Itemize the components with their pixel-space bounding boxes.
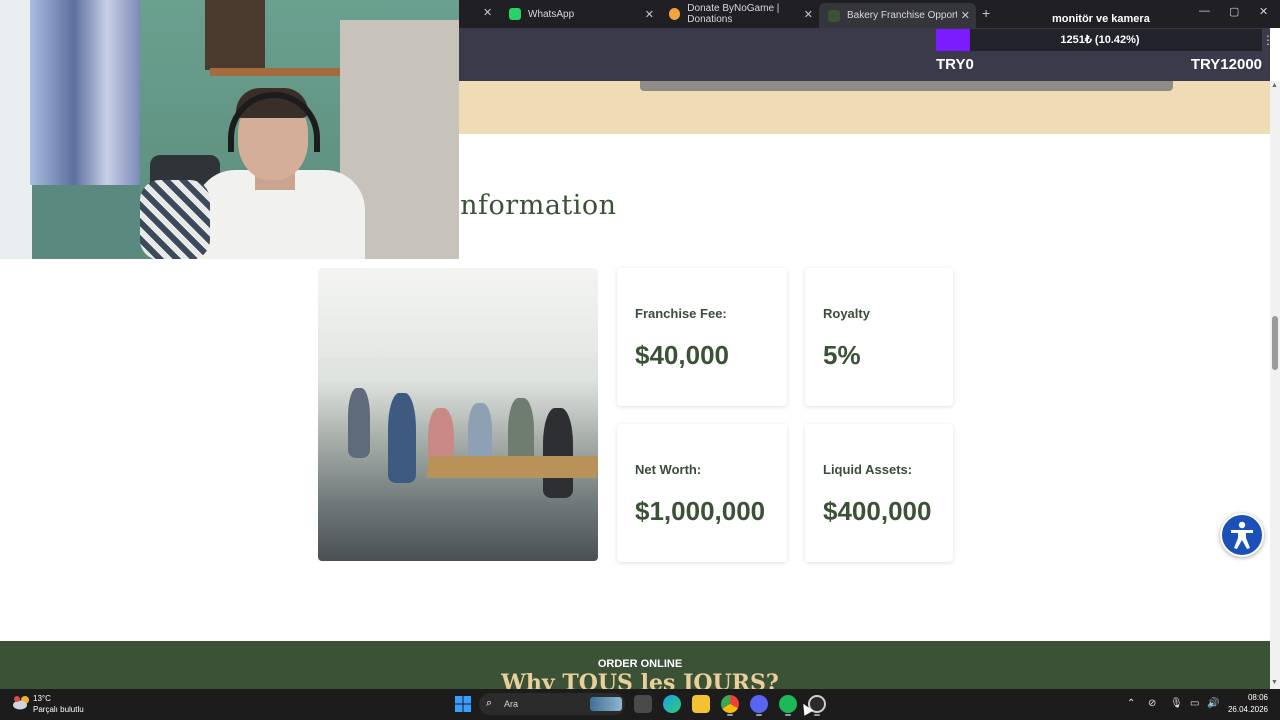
card-value: $400,000 xyxy=(823,496,932,526)
card-value: 5% xyxy=(823,340,861,370)
tab-label: Bakery Franchise Opportunities xyxy=(847,10,957,21)
spotify-icon[interactable] xyxy=(779,695,797,713)
search-placeholder[interactable]: Ara xyxy=(504,699,518,709)
spotify-running-indicator xyxy=(785,714,791,716)
network-off-icon[interactable]: ⊘ xyxy=(1148,698,1156,709)
tab-donate[interactable]: Donate ByNoGame | Donations ✕ xyxy=(660,3,819,25)
donation-progress-text: 1251₺ (10.42%) xyxy=(1060,34,1140,46)
display-icon[interactable]: ▭ xyxy=(1190,698,1199,709)
card-label: Liquid Assets: xyxy=(823,462,913,477)
chrome-icon[interactable] xyxy=(721,695,739,713)
weather-temperature[interactable]: 13°C xyxy=(33,694,51,703)
page-scrollbar[interactable] xyxy=(1270,81,1280,689)
chrome-running-indicator xyxy=(727,714,733,716)
obs-running-indicator xyxy=(814,714,820,716)
card-royalty: Royalty 5% xyxy=(805,268,953,406)
browser-menu-icon[interactable]: ⋮ xyxy=(1262,33,1274,47)
cafe-ceiling xyxy=(318,268,598,358)
donation-goal-title: monitör ve kamera xyxy=(1052,13,1150,25)
file-explorer-icon[interactable] xyxy=(692,695,710,713)
card-label: Franchise Fee: xyxy=(635,306,727,321)
maximize-button[interactable]: ▢ xyxy=(1229,5,1239,18)
card-value: $1,000,000 xyxy=(635,496,766,526)
hero-image xyxy=(640,81,1173,91)
card-net-worth: Net Worth: $1,000,000 xyxy=(617,424,787,562)
card-value: $40,000 xyxy=(635,340,729,370)
section-title: Information xyxy=(449,190,617,221)
order-online-label[interactable]: ORDER ONLINE xyxy=(0,658,1280,670)
new-tab-button[interactable]: + xyxy=(982,5,990,21)
tab-bakery[interactable]: Bakery Franchise Opportunities ✕ xyxy=(819,3,976,28)
volume-icon[interactable]: 🔊 xyxy=(1207,698,1219,709)
microphone-icon[interactable]: 🎙 xyxy=(1170,698,1183,709)
tab-close-icon[interactable]: ✕ xyxy=(961,9,970,22)
webcam-streamer-arm xyxy=(140,180,210,259)
taskbar-date[interactable]: 26.04.2026 xyxy=(1226,705,1268,714)
cafe-person xyxy=(388,393,416,483)
accessibility-icon xyxy=(1231,521,1253,549)
weather-condition[interactable]: Parçalı bulutlu xyxy=(33,705,84,714)
webcam-shelf xyxy=(210,68,340,76)
cafe-person xyxy=(348,388,370,458)
tab-label: Donate ByNoGame | Donations xyxy=(687,3,780,25)
card-liquid-assets: Liquid Assets: $400,000 xyxy=(805,424,953,562)
task-view-icon[interactable] xyxy=(634,695,652,713)
chevron-up-icon[interactable]: ⌃ xyxy=(1127,698,1135,709)
edge-icon[interactable] xyxy=(663,695,681,713)
search-highlight-icon xyxy=(590,697,622,711)
scroll-down-icon[interactable]: ▼ xyxy=(1271,679,1278,686)
card-label: Royalty xyxy=(823,306,870,321)
tab-whatsapp[interactable]: WhatsApp ✕ xyxy=(500,3,660,25)
scrollbar-thumb[interactable] xyxy=(1272,316,1278,370)
card-franchise-fee: Franchise Fee: $40,000 xyxy=(617,268,787,406)
webcam-window xyxy=(0,0,32,259)
bynogame-icon xyxy=(669,8,681,20)
tous-les-jours-icon xyxy=(828,9,840,22)
bakery-cafe-photo xyxy=(318,268,598,561)
webcam-curtain xyxy=(30,0,140,185)
windows-start-icon[interactable] xyxy=(455,696,471,712)
cafe-person xyxy=(543,408,573,498)
close-window-button[interactable]: ✕ xyxy=(1259,5,1268,18)
scroll-up-icon[interactable]: ▲ xyxy=(1271,82,1278,89)
tab-label: WhatsApp xyxy=(528,8,575,20)
weather-cloud-icon[interactable] xyxy=(12,695,32,711)
webcam-bookcase xyxy=(205,0,265,70)
card-label: Net Worth: xyxy=(635,462,702,477)
tab-close-icon[interactable]: ✕ xyxy=(804,8,813,21)
donation-max-label: TRY12000 xyxy=(1190,56,1262,73)
accessibility-button[interactable] xyxy=(1220,513,1264,557)
discord-running-indicator xyxy=(756,714,762,716)
whatsapp-icon xyxy=(509,8,521,20)
tab-close-icon[interactable]: ✕ xyxy=(645,8,654,21)
webcam-overlay xyxy=(0,0,459,259)
taskbar-time[interactable]: 08:06 xyxy=(1236,693,1268,702)
minimize-button[interactable]: — xyxy=(1199,5,1210,17)
screen: ✕ WhatsApp ✕ Donate ByNoGame | Donations… xyxy=(0,0,1280,720)
donation-min-label: TRY0 xyxy=(936,56,974,73)
search-icon: ⌕ xyxy=(486,697,493,709)
donation-progress-fill xyxy=(936,29,970,51)
cafe-table xyxy=(426,456,598,478)
discord-icon[interactable] xyxy=(750,695,768,713)
tab-close-icon[interactable]: ✕ xyxy=(483,6,492,19)
